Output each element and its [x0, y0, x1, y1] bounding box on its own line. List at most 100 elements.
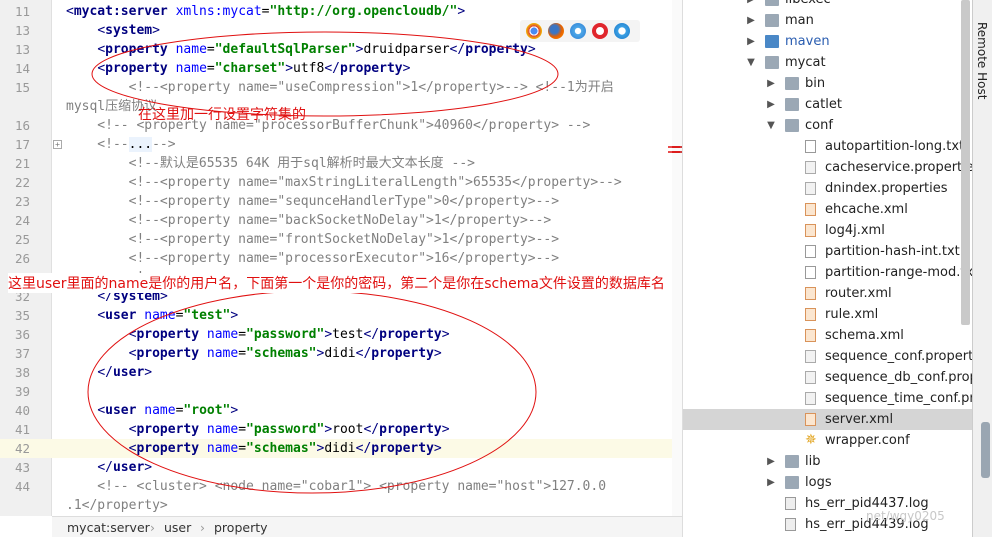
- line-number: 43: [14, 460, 30, 475]
- tree-item[interactable]: partition-range-mod.txt: [683, 262, 972, 283]
- breadcrumb-item[interactable]: property: [214, 520, 268, 535]
- code-token: system: [112, 289, 160, 304]
- code-line[interactable]: 36 <property name="password">test</prope…: [0, 325, 672, 344]
- code-line[interactable]: 17 + <!--...-->: [0, 135, 672, 154]
- code-token: <: [66, 4, 74, 19]
- collapsed-arrow-icon[interactable]: ▶: [765, 94, 777, 115]
- opera-icon[interactable]: [592, 23, 608, 39]
- code-line[interactable]: 42 <property name="schemas">didi</proper…: [0, 439, 672, 458]
- gear-icon: ✵: [805, 432, 817, 448]
- editor-scrollbar[interactable]: [672, 0, 682, 516]
- tree-item[interactable]: ▼ mycat: [683, 52, 972, 73]
- collapsed-arrow-icon[interactable]: ▶: [765, 73, 777, 94]
- code-token: >: [457, 4, 466, 19]
- code-line[interactable]: 23 <!--<property name="sequnceHandlerTyp…: [0, 192, 672, 211]
- code-line[interactable]: 37 <property name="schemas">didi</proper…: [0, 344, 672, 363]
- tree-item[interactable]: ✵ wrapper.conf: [683, 430, 972, 451]
- code-editor[interactable]: 11 <mycat:server xmlns:mycat="http://org.…: [0, 0, 672, 516]
- tree-item[interactable]: ehcache.xml: [683, 199, 972, 220]
- code-line[interactable]: 14 <property name="charset">utf8</proper…: [0, 59, 672, 78]
- tree-item[interactable]: log4j.xml: [683, 220, 972, 241]
- collapsed-arrow-icon[interactable]: ▶: [745, 0, 757, 10]
- code-line[interactable]: 35 <user name="test">: [0, 306, 672, 325]
- tree-item[interactable]: autopartition-long.txt: [683, 136, 972, 157]
- code-text: <mycat:server xmlns:mycat="http://org.op…: [66, 2, 465, 21]
- tree-item[interactable]: ▶ logs: [683, 472, 972, 493]
- fold-toggle-icon[interactable]: +: [53, 140, 62, 149]
- code-line[interactable]: 32 </system>: [0, 287, 672, 306]
- code-line[interactable]: 21 <!--默认是65535 64K 用于sql解析时最大文本长度 -->: [0, 154, 672, 173]
- breadcrumb-separator: ›: [150, 520, 155, 535]
- line-number: 35: [14, 308, 30, 323]
- tree-item[interactable]: ▶ bin: [683, 73, 972, 94]
- breadcrumb-item[interactable]: user: [164, 520, 191, 535]
- tree-item[interactable]: server.xml: [683, 409, 972, 430]
- tree-item[interactable]: ▶ man: [683, 10, 972, 31]
- code-line[interactable]: 27 <!--: [0, 268, 672, 287]
- xml-file-icon: [805, 413, 816, 426]
- code-line[interactable]: 44 <!-- <cluster> <node name="cobar1"> <…: [0, 477, 672, 496]
- side-scrollbar-thumb[interactable]: [981, 422, 990, 478]
- xml-file-icon: [805, 329, 816, 342]
- tree-item[interactable]: sequence_conf.properties: [683, 346, 972, 367]
- tree-item[interactable]: sequence_db_conf.properties: [683, 367, 972, 388]
- remote-host-label[interactable]: Remote Host: [975, 22, 989, 99]
- code-line[interactable]: 38 </user>: [0, 363, 672, 382]
- tree-item[interactable]: router.xml: [683, 283, 972, 304]
- code-token: "http://org.opencloudb/": [269, 4, 458, 19]
- collapsed-arrow-icon[interactable]: ▶: [765, 451, 777, 472]
- code-token: <!--: [66, 270, 160, 285]
- code-line[interactable]: 43 </user>: [0, 458, 672, 477]
- expanded-arrow-icon[interactable]: ▼: [765, 115, 777, 136]
- code-line[interactable]: 15 <!--<property name="useCompression">1…: [0, 78, 672, 97]
- tree-item[interactable]: rule.xml: [683, 304, 972, 325]
- code-line[interactable]: 39: [0, 382, 672, 401]
- expanded-arrow-icon[interactable]: ▼: [745, 52, 757, 73]
- code-line[interactable]: mysql压缩协议: [0, 97, 672, 116]
- line-number: 42: [14, 441, 30, 456]
- tree-item[interactable]: dnindex.properties: [683, 178, 972, 199]
- code-line[interactable]: 24 <!--<property name="backSocketNoDelay…: [0, 211, 672, 230]
- breadcrumb-separator: ›: [200, 520, 205, 535]
- code-line[interactable]: 22 <!--<property name="maxStringLiteralL…: [0, 173, 672, 192]
- code-line[interactable]: 25 <!--<property name="frontSocketNoDela…: [0, 230, 672, 249]
- collapsed-arrow-icon[interactable]: ▶: [745, 10, 757, 31]
- tree-item-label: sequence_conf.properties: [825, 349, 972, 364]
- code-token: root: [332, 422, 364, 437]
- tree-item[interactable]: schema.xml: [683, 325, 972, 346]
- code-line[interactable]: 41 <property name="password">root</prope…: [0, 420, 672, 439]
- tree-item[interactable]: cacheservice.properties: [683, 157, 972, 178]
- tree-item[interactable]: ▶ libexec: [683, 0, 972, 10]
- tree-scrollbar-thumb[interactable]: [961, 0, 970, 325]
- error-stripe-mark[interactable]: [672, 151, 682, 153]
- collapsed-arrow-icon[interactable]: ▶: [765, 472, 777, 493]
- code-token: <: [97, 23, 106, 38]
- ie-icon[interactable]: [614, 23, 630, 39]
- code-line[interactable]: 16 <!-- <property name="processorBufferC…: [0, 116, 672, 135]
- tree-item[interactable]: ▼ conf: [683, 115, 972, 136]
- tree-item[interactable]: ▶ maven: [683, 31, 972, 52]
- code-line[interactable]: 13 <property name="defaultSqlParser">dru…: [0, 40, 672, 59]
- line-number: 36: [14, 327, 30, 342]
- firefox-icon[interactable]: [548, 23, 564, 39]
- line-number: 38: [14, 365, 30, 380]
- properties-file-icon: [805, 350, 816, 363]
- code-line[interactable]: 26 <!--<property name="processorExecutor…: [0, 249, 672, 268]
- chrome-icon[interactable]: [526, 23, 542, 39]
- safari-icon[interactable]: [570, 23, 586, 39]
- code-line[interactable]: .1</property>: [0, 496, 672, 515]
- tree-item[interactable]: sequence_time_conf.properties: [683, 388, 972, 409]
- breadcrumb-item[interactable]: mycat:server: [67, 520, 150, 535]
- code-line[interactable]: 11 <mycat:server xmlns:mycat="http://org.…: [0, 2, 672, 21]
- tree-item[interactable]: partition-hash-int.txt: [683, 241, 972, 262]
- tree-item[interactable]: ▶ catlet: [683, 94, 972, 115]
- project-tree[interactable]: ▶ libexec ▶ man ▶ maven ▼ mycat ▶ bin ▶ catlet ▼ conf…: [682, 0, 972, 537]
- code-line[interactable]: 40 <user name="root">: [0, 401, 672, 420]
- tree-item[interactable]: ▶ lib: [683, 451, 972, 472]
- error-stripe-mark[interactable]: [672, 146, 682, 148]
- code-token: property: [465, 42, 528, 57]
- collapsed-arrow-icon[interactable]: ▶: [745, 31, 757, 52]
